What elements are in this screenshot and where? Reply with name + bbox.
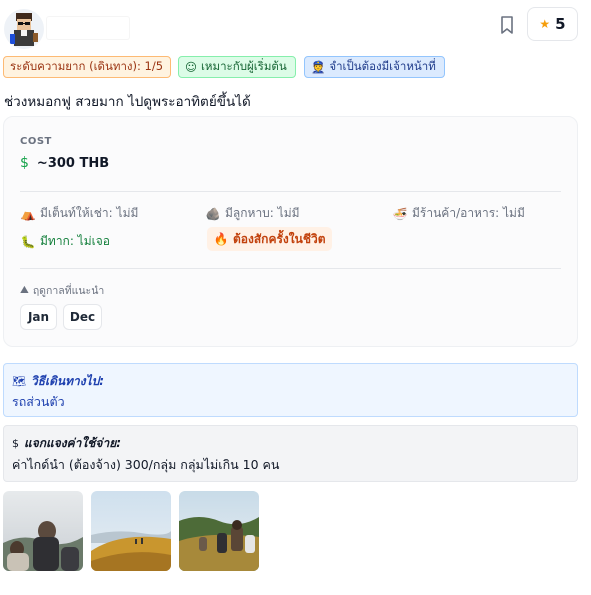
facility-tent: ⛺ มีเต็นท์ให้เช่า: ไม่มี — [20, 204, 139, 223]
facility-porter: 🪨 มีลูกหาบ: ไม่มี — [205, 204, 300, 223]
rating-button[interactable]: ★ 5 — [527, 7, 578, 41]
food-icon: 🍜 — [392, 206, 408, 221]
rating-value: 5 — [555, 15, 566, 33]
leech-icon: 🐛 — [20, 234, 36, 249]
trail-photo[interactable] — [3, 491, 83, 571]
fire-icon: 🔥 — [213, 232, 229, 246]
must-visit-label: ต้องสักครั้งในชีวิต — [233, 231, 326, 246]
cost-value-row: $ ~300 THB — [20, 155, 109, 171]
dollar-icon: $ — [20, 155, 29, 171]
difficulty-badge: ระดับความยาก (เดินทาง): 1/5 — [3, 56, 171, 78]
expenses-header: $ แจกแจงค่าใช้จ่าย: — [12, 434, 121, 453]
facility-food-label: มีร้านค้า/อาหาร: ไม่มี — [412, 206, 525, 220]
season-label: ฤดูกาลที่แนะนำ — [32, 285, 105, 297]
facility-food: 🍜 มีร้านค้า/อาหาร: ไม่มี — [392, 204, 525, 223]
guide-required-badge-label: จำเป็นต้องมีเจ้าหน้าที่ — [329, 59, 436, 73]
facility-porter-label: มีลูกหาบ: ไม่มี — [225, 206, 300, 220]
expenses-body: ค่าไกด์นำ (ต้องจ้าง) 300/กลุ่ม กลุ่มไม่เ… — [12, 457, 280, 472]
divider — [20, 191, 561, 192]
cost-value: ~300 THB — [36, 156, 110, 171]
map-icon: 🗺 — [12, 375, 26, 388]
beginner-badge: ☺ เหมาะกับผู้เริ่มต้น — [178, 56, 296, 78]
trail-description: ช่วงหมอกฟู สวยมาก ไปดูพระอาทิตย์ขึ้นได้ — [4, 94, 251, 110]
guide-required-badge: 👮 จำเป็นต้องมีเจ้าหน้าที่ — [304, 56, 445, 78]
tent-icon: ⛺ — [20, 206, 36, 221]
mountain-icon: ⛰ — [20, 284, 29, 296]
must-visit-badge: 🔥 ต้องสักครั้งในชีวิต — [207, 227, 332, 251]
expenses-title: แจกแจงค่าใช้จ่าย: — [24, 436, 122, 450]
beginner-badge-label: เหมาะกับผู้เริ่มต้น — [201, 59, 287, 73]
month-chip-jan: Jan — [20, 304, 57, 330]
dollar-icon: $ — [12, 437, 19, 450]
facility-tent-label: มีเต็นท์ให้เช่า: ไม่มี — [40, 206, 139, 220]
cost-label: COST — [20, 136, 52, 147]
guide-icon: 👮 — [311, 60, 326, 74]
facility-leech: 🐛 มีทาก: ไม่เจอ — [20, 232, 110, 251]
avatar[interactable] — [4, 9, 44, 49]
route-body: รถส่วนตัว — [12, 394, 65, 409]
season-header: ⛰ ฤดูกาลที่แนะนำ — [20, 282, 104, 299]
bookmark-icon — [501, 16, 513, 34]
divider — [20, 268, 561, 269]
username-placeholder — [46, 16, 130, 40]
avatar-icon — [4, 9, 44, 49]
route-title: วิธีเดินทางไป: — [30, 374, 105, 388]
route-header: 🗺 วิธีเดินทางไป: — [12, 372, 104, 391]
trail-photo[interactable] — [91, 491, 171, 571]
difficulty-badge-label: ระดับความยาก (เดินทาง): 1/5 — [10, 59, 164, 73]
trail-photo[interactable] — [179, 491, 259, 571]
smile-icon: ☺ — [185, 60, 197, 74]
star-icon: ★ — [539, 17, 551, 31]
rock-icon: 🪨 — [205, 206, 221, 221]
month-chip-dec: Dec — [63, 304, 102, 330]
facility-leech-label: มีทาก: ไม่เจอ — [40, 234, 110, 248]
bookmark-button[interactable] — [498, 15, 516, 35]
